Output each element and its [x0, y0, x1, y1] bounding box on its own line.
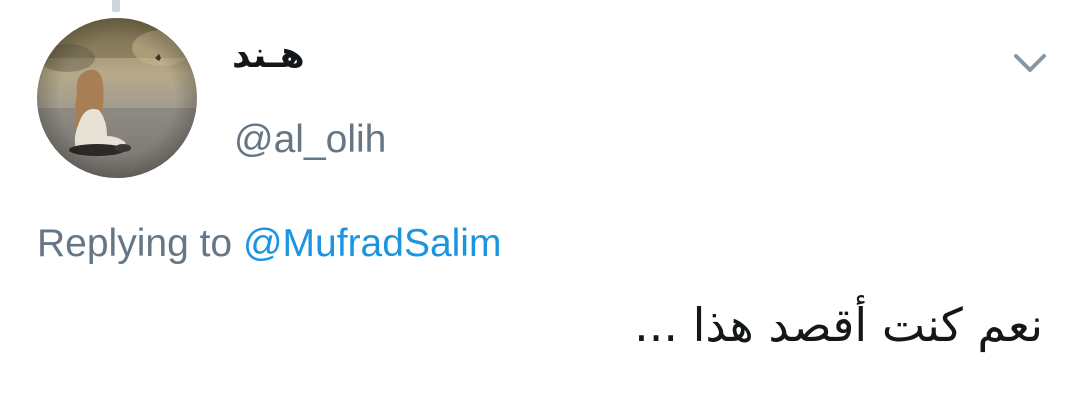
replying-to-label: Replying to [37, 222, 233, 265]
tweet-text: نعم كنت أقصد هذا ... [634, 298, 1043, 352]
replying-to: Replying to @MufradSalim [37, 220, 501, 268]
reply-mention-link[interactable]: @MufradSalim [243, 222, 502, 265]
profile-photo-girl-sitting-icon [37, 18, 197, 178]
chevron-down-icon[interactable] [1010, 44, 1050, 80]
author-handle[interactable]: @al_olih [234, 116, 386, 164]
tweet: هـند @al_olih Replying to @MufradSalim ن… [0, 0, 1075, 404]
author-display-name[interactable]: هـند [232, 34, 305, 78]
avatar[interactable] [37, 18, 197, 178]
thread-connector-line [112, 0, 120, 12]
